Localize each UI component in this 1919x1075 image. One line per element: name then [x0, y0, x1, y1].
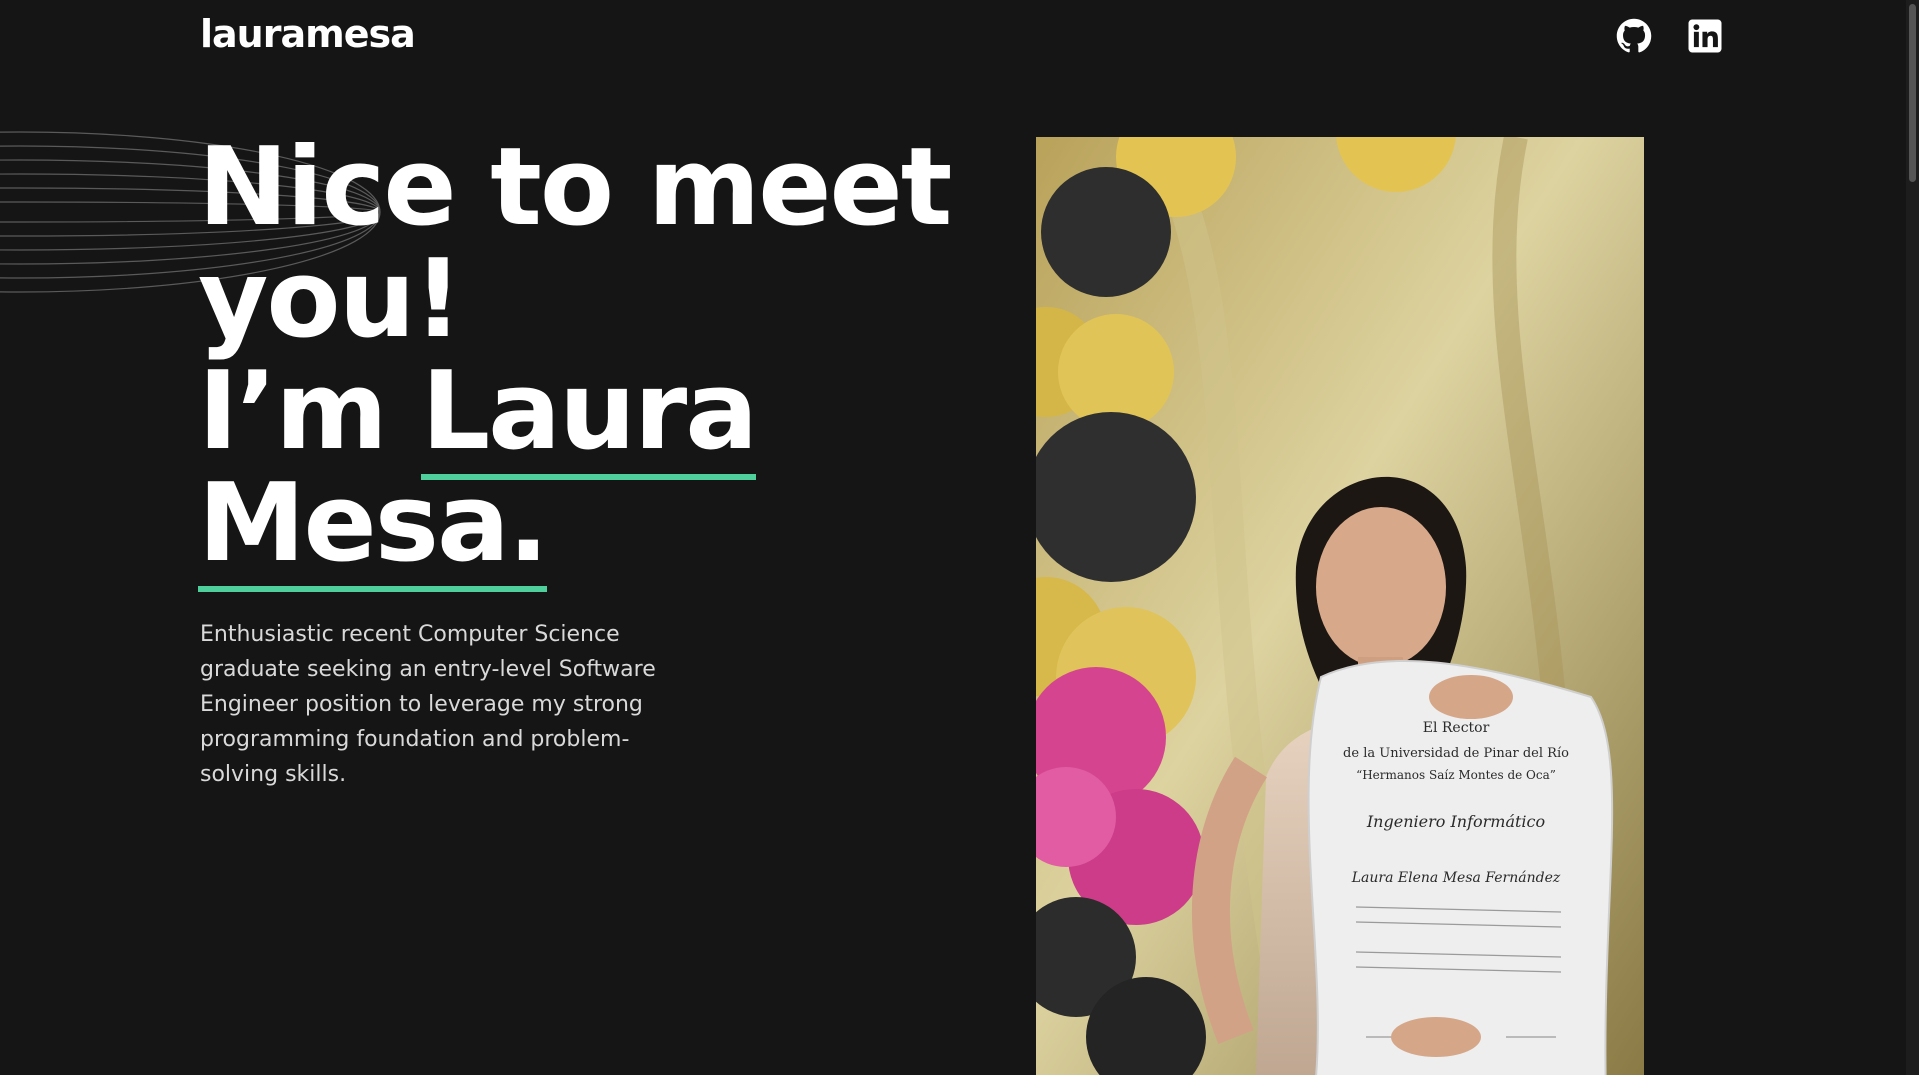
- hero-description: Enthusiastic recent Computer Science gra…: [200, 622, 656, 787]
- hero-name-last: Mesa.: [198, 461, 549, 592]
- page: lauramesa Nice to meet you! I’m Laura Me…: [0, 0, 1919, 1075]
- diploma-name: Laura Elena Mesa Fernández: [1351, 870, 1561, 886]
- linkedin-icon: [1687, 18, 1723, 54]
- github-icon: [1616, 18, 1652, 54]
- linkedin-link[interactable]: [1687, 18, 1723, 54]
- profile-photo: El Rector de la Universidad de Pinar del…: [1036, 137, 1644, 1075]
- github-link[interactable]: [1616, 18, 1652, 54]
- hero-heading: Nice to meet you! I’m Laura Mesa.: [198, 125, 952, 592]
- diploma-degree: Ingeniero Informático: [1366, 812, 1545, 831]
- diploma-line-1: El Rector: [1423, 720, 1490, 736]
- scrollbar-thumb[interactable]: [1909, 4, 1916, 182]
- hero-greeting-prefix: I’m: [198, 349, 422, 474]
- hero-heading-line-1: Nice to meet: [198, 125, 952, 250]
- diploma: El Rector de la Universidad de Pinar del…: [1307, 659, 1614, 1075]
- hero-heading-line-4: Mesa.: [198, 461, 878, 592]
- diploma-line-3: “Hermanos Saíz Montes de Oca”: [1356, 768, 1556, 782]
- diploma-line-2: de la Universidad de Pinar del Río: [1343, 746, 1569, 761]
- hero-heading-line-3: I’m Laura: [198, 349, 878, 480]
- page-scrollbar[interactable]: [1906, 0, 1919, 1075]
- hero-heading-line-2: you!: [198, 237, 463, 362]
- site-logo[interactable]: lauramesa: [200, 12, 416, 56]
